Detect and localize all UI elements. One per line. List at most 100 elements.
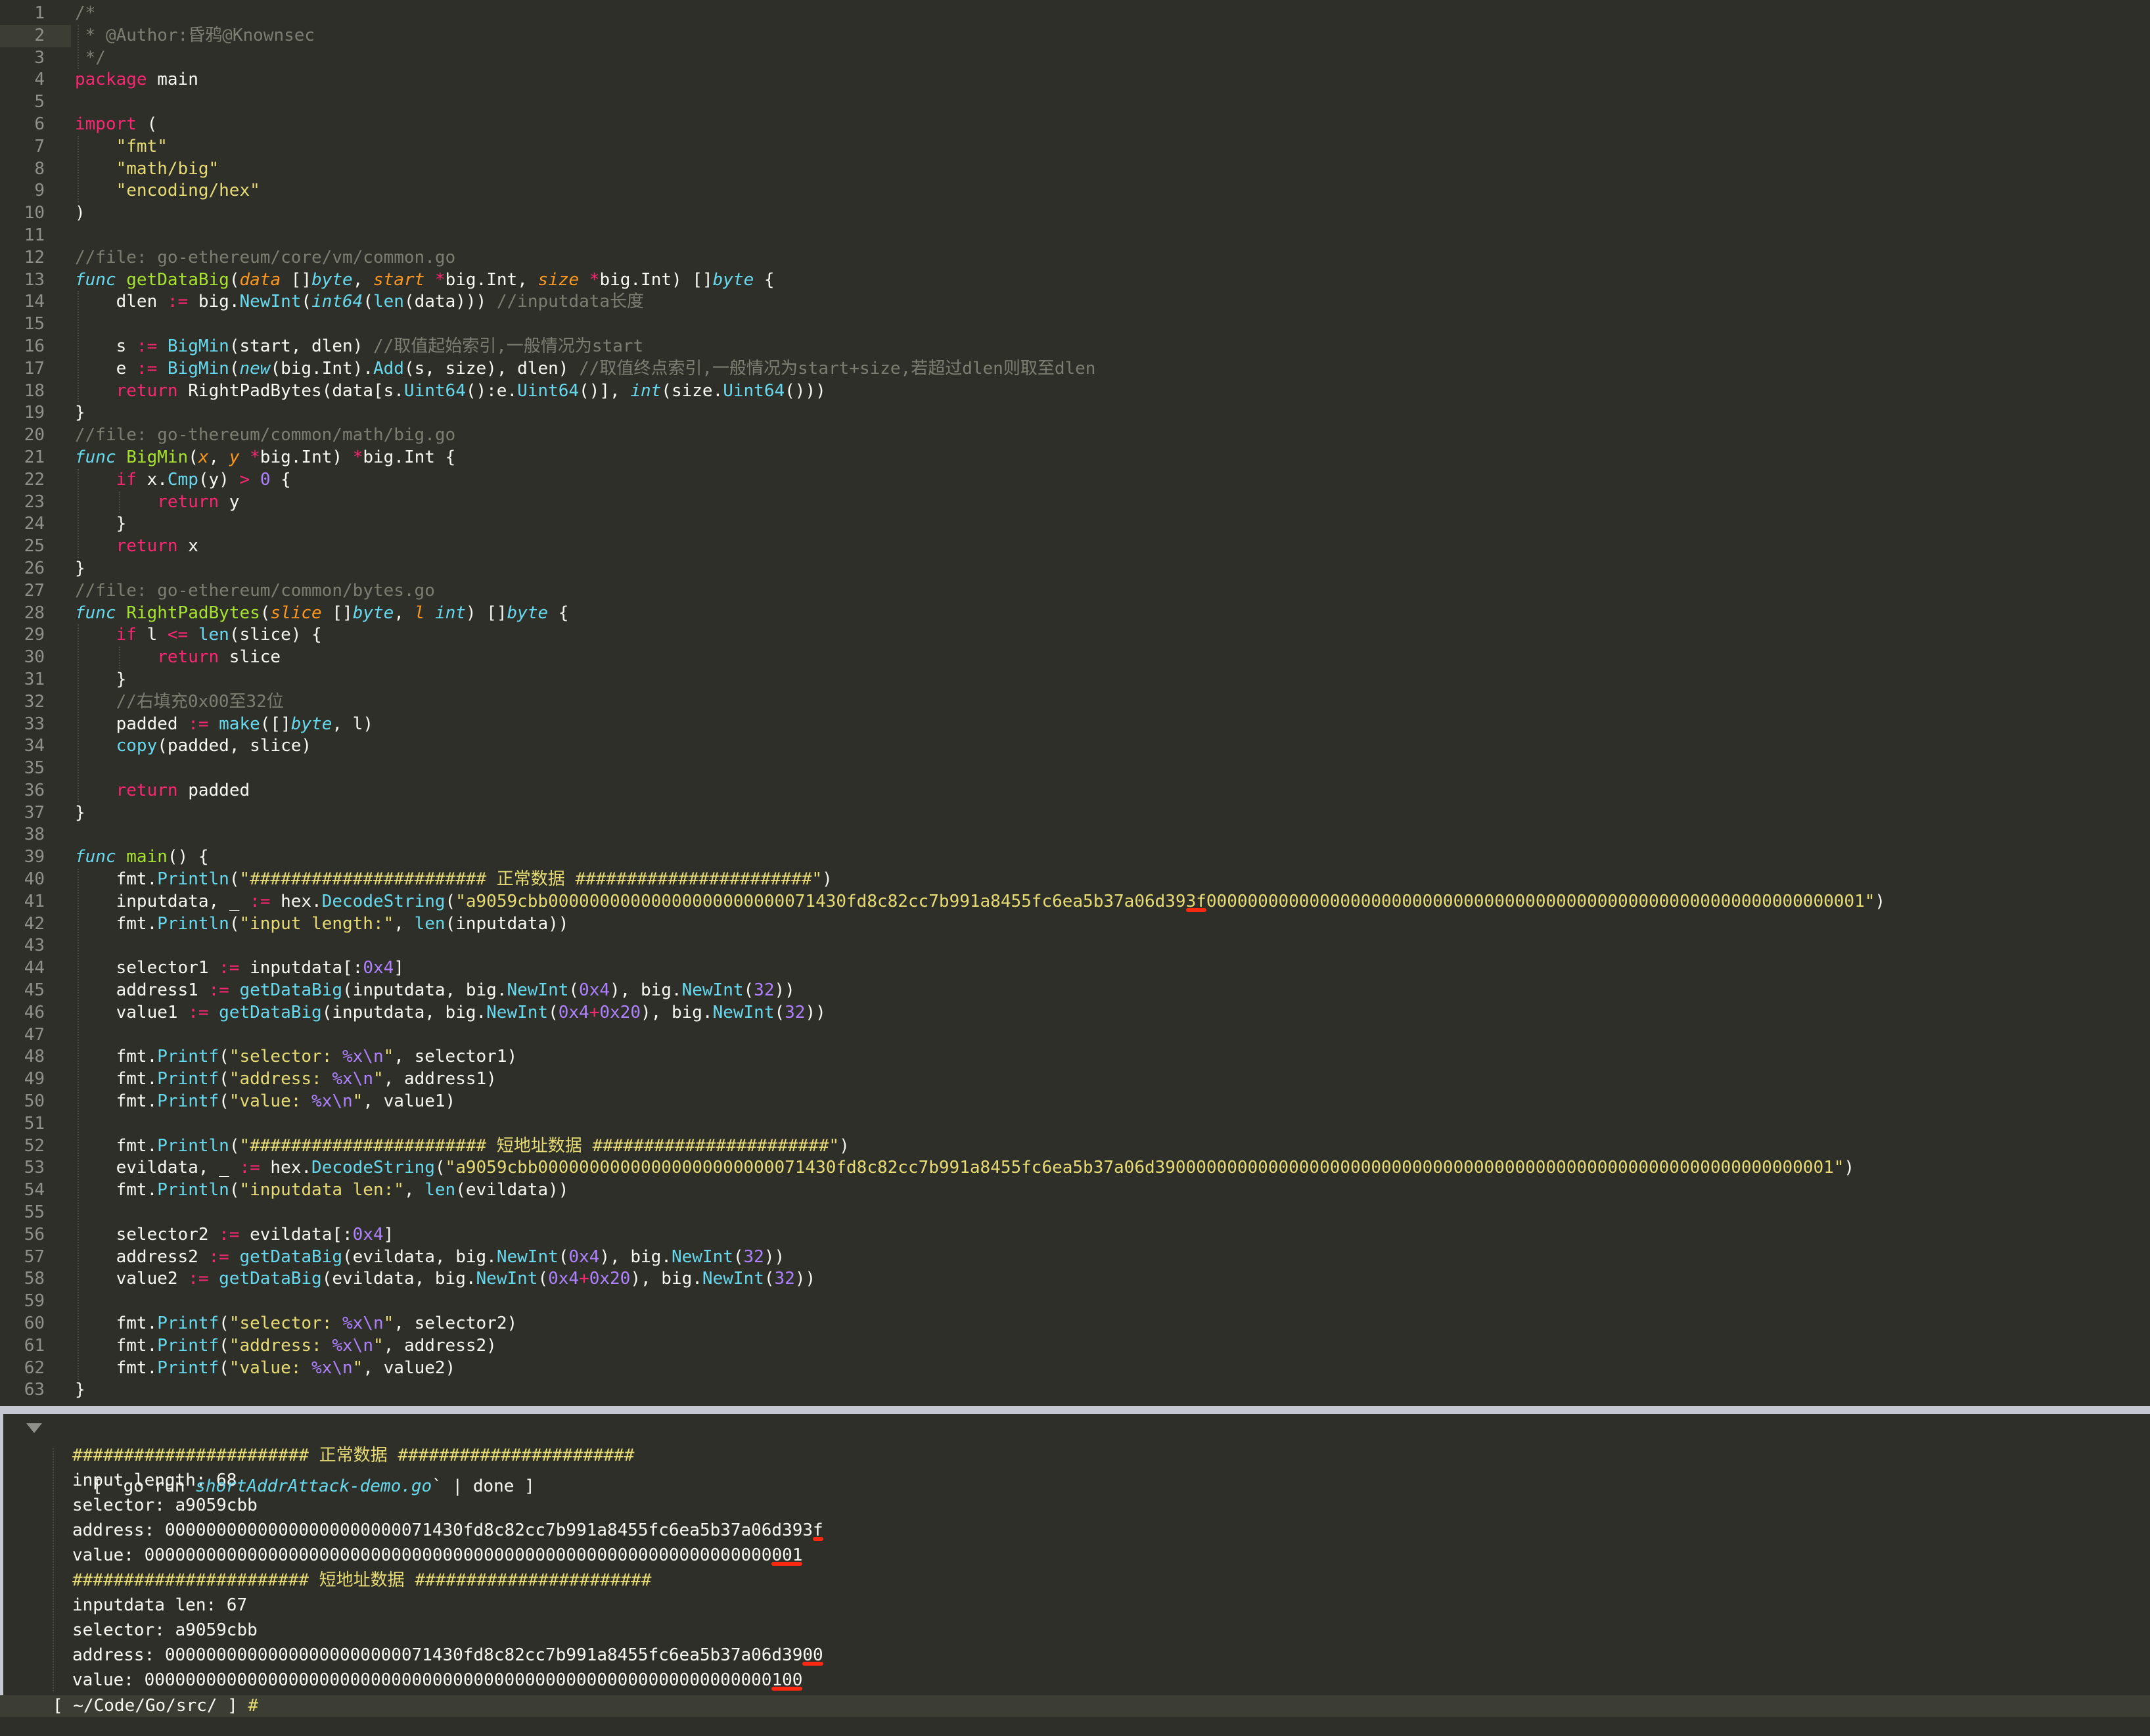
code-line[interactable]: 29 if l <= len(slice) { bbox=[0, 624, 2150, 647]
code-line[interactable]: 9 "encoding/hex" bbox=[0, 180, 2150, 202]
code-line[interactable]: 51 bbox=[0, 1113, 2150, 1135]
code-line[interactable]: 37} bbox=[0, 802, 2150, 825]
code-line[interactable]: 18 return RightPadBytes(data[s.Uint64():… bbox=[0, 380, 2150, 403]
code-text: */ bbox=[71, 47, 106, 70]
code-line[interactable]: 3 */ bbox=[0, 47, 2150, 70]
code-editor[interactable]: 1/* 2 * @Author:昏鸦@Knownsec 3 */4 package m… bbox=[0, 0, 2150, 1406]
code-line[interactable]: 20 //file: go-thereum/common/math/big.go bbox=[0, 424, 2150, 447]
token: [ ~/Code/Go/src/ ] bbox=[53, 1696, 248, 1716]
code-line[interactable]: 30 return slice bbox=[0, 647, 2150, 669]
code-line[interactable]: 61 fmt.Printf("address: %x\n", address2) bbox=[0, 1335, 2150, 1358]
code-line[interactable]: 12 //file: go-ethereum/core/vm/common.go bbox=[0, 247, 2150, 269]
code-line[interactable]: 38 bbox=[0, 824, 2150, 846]
code-line[interactable]: 46 value1 := getDataBig(inputdata, big.N… bbox=[0, 1002, 2150, 1024]
code-line[interactable]: 16 s := BigMin(start, dlen) //取值起始索引,一般情… bbox=[0, 336, 2150, 358]
indent-guide bbox=[78, 869, 79, 1380]
code-line[interactable]: 41 inputdata, _ := hex.DecodeString("a90… bbox=[0, 891, 2150, 913]
code-line[interactable]: 17 e := BigMin(new(big.Int).Add(s, size)… bbox=[0, 358, 2150, 380]
code-line[interactable]: 59 bbox=[0, 1291, 2150, 1313]
code-line[interactable]: 31 } bbox=[0, 669, 2150, 691]
code-line[interactable]: 22 if x.Cmp(y) > 0 { bbox=[0, 469, 2150, 491]
token: (inputdata, big. bbox=[342, 980, 507, 1001]
code-line[interactable]: 8 "math/big" bbox=[0, 158, 2150, 181]
token: } bbox=[75, 669, 127, 689]
code-line[interactable]: 23 return y bbox=[0, 491, 2150, 514]
code-text: import ( bbox=[71, 114, 157, 136]
code-line[interactable]: 57 address2 := getDataBig(evildata, big.… bbox=[0, 1246, 2150, 1269]
code-line[interactable]: 52 fmt.Println("####################### … bbox=[0, 1135, 2150, 1158]
code-line[interactable]: 40 fmt.Println("####################### … bbox=[0, 869, 2150, 891]
line-number: 37 bbox=[24, 802, 45, 823]
code-text: value2 := getDataBig(evildata, big.NewIn… bbox=[71, 1268, 816, 1291]
code-line[interactable]: 4 package main bbox=[0, 69, 2150, 91]
token: main bbox=[147, 70, 198, 90]
shell-prompt[interactable]: [ ~/Code/Go/src/ ] # bbox=[0, 1695, 2150, 1717]
token: data bbox=[239, 269, 281, 290]
code-line[interactable]: 39 func main() { bbox=[0, 846, 2150, 869]
code-line[interactable]: 53 evildata, _ := hex.DecodeString("a905… bbox=[0, 1157, 2150, 1179]
code-line[interactable]: 21 func BigMin(x, y *big.Int) *big.Int { bbox=[0, 447, 2150, 469]
code-line[interactable]: 1 /* bbox=[0, 3, 2150, 25]
code-line[interactable]: 32 //右填充0x00至32位 bbox=[0, 691, 2150, 714]
code-line[interactable]: 25 return x bbox=[0, 536, 2150, 558]
code-line[interactable]: 2 * @Author:昏鸦@Knownsec bbox=[0, 24, 2150, 47]
line-number: 58 bbox=[24, 1269, 45, 1289]
line-number: 13 bbox=[24, 269, 45, 290]
code-line[interactable]: 36 return padded bbox=[0, 780, 2150, 802]
code-line[interactable]: 55 bbox=[0, 1202, 2150, 1224]
code-line[interactable]: 10) bbox=[0, 202, 2150, 225]
code-line[interactable]: 63} bbox=[0, 1379, 2150, 1402]
code-line[interactable]: 62 fmt.Printf("value: %x\n", value2) bbox=[0, 1358, 2150, 1380]
code-line[interactable]: 11 bbox=[0, 225, 2150, 247]
code-line[interactable]: 49 fmt.Printf("address: %x\n", address1) bbox=[0, 1068, 2150, 1091]
token: return bbox=[157, 491, 219, 512]
code-line[interactable]: 28 func RightPadBytes(slice []byte, l int… bbox=[0, 603, 2150, 625]
code-line[interactable]: 42 fmt.Println("input length:", len(inpu… bbox=[0, 913, 2150, 936]
code-line[interactable]: 19} bbox=[0, 402, 2150, 424]
code-line[interactable]: 7 "fmt" bbox=[0, 136, 2150, 158]
code-line[interactable]: 15 bbox=[0, 313, 2150, 336]
code-line[interactable]: 47 bbox=[0, 1024, 2150, 1047]
token: inputdata[: bbox=[239, 958, 363, 978]
collapse-triangle-icon[interactable] bbox=[26, 1423, 42, 1433]
code-line[interactable]: 35 bbox=[0, 758, 2150, 780]
code-line[interactable]: 6 import ( bbox=[0, 114, 2150, 136]
code-line[interactable]: 60 fmt.Printf("selector: %x\n", selector… bbox=[0, 1313, 2150, 1335]
token: (size. bbox=[661, 380, 723, 401]
token: copy bbox=[116, 736, 158, 756]
code-line[interactable]: 48 fmt.Printf("selector: %x\n", selector… bbox=[0, 1046, 2150, 1068]
token: return bbox=[116, 780, 178, 800]
line-number: 16 bbox=[24, 336, 45, 356]
code-line[interactable]: 56 selector2 := evildata[:0x4] bbox=[0, 1224, 2150, 1246]
code-line[interactable]: 33 padded := make([]byte, l) bbox=[0, 714, 2150, 736]
code-line[interactable]: 45 address1 := getDataBig(inputdata, big… bbox=[0, 980, 2150, 1002]
token: //inputdata长度 bbox=[496, 292, 645, 312]
code-line[interactable]: 58 value2 := getDataBig(evildata, big.Ne… bbox=[0, 1268, 2150, 1291]
token: )) bbox=[764, 1246, 785, 1267]
token: Printf bbox=[157, 1313, 219, 1334]
token: value: 000000000000000000000000000000000… bbox=[72, 1545, 772, 1565]
code-line[interactable]: 43 bbox=[0, 935, 2150, 957]
token: := bbox=[219, 1224, 240, 1245]
code-line[interactable]: 34 copy(padded, slice) bbox=[0, 735, 2150, 758]
code-line[interactable]: 44 selector1 := inputdata[:0x4] bbox=[0, 957, 2150, 980]
code-line[interactable]: 50 fmt.Printf("value: %x\n", value1) bbox=[0, 1091, 2150, 1113]
code-line[interactable]: 5 bbox=[0, 91, 2150, 114]
token: len bbox=[414, 913, 446, 934]
indent-guide bbox=[119, 647, 120, 669]
code-line[interactable]: 13 func getDataBig(data []byte, start *bi… bbox=[0, 269, 2150, 292]
token: " bbox=[383, 1313, 394, 1334]
code-line[interactable]: 27 //file: go-ethereum/common/bytes.go bbox=[0, 580, 2150, 603]
error-underlined-text: 100 bbox=[771, 1670, 803, 1690]
code-line[interactable]: 26} bbox=[0, 558, 2150, 580]
code-line[interactable]: 24 } bbox=[0, 513, 2150, 536]
token: ( bbox=[229, 869, 240, 890]
code-line[interactable]: 14 dlen := big.NewInt(int64(len(data))) … bbox=[0, 291, 2150, 313]
token: address2 bbox=[75, 1246, 209, 1267]
token: <= bbox=[167, 625, 189, 645]
code-line[interactable]: 54 fmt.Println("inputdata len:", len(evi… bbox=[0, 1179, 2150, 1202]
pane-divider[interactable] bbox=[0, 1406, 2150, 1414]
token: , address2) bbox=[383, 1335, 497, 1356]
